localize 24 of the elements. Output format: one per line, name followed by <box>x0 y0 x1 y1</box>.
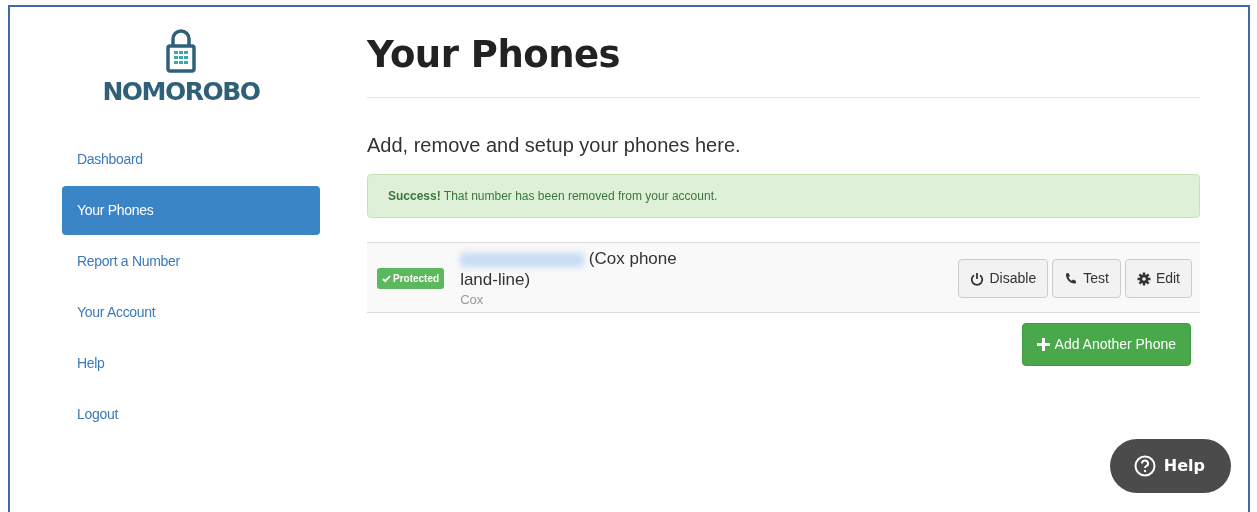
add-phone-button[interactable]: Add Another Phone <box>1021 322 1191 366</box>
plus-icon <box>1036 337 1050 351</box>
gear-icon <box>1136 271 1151 286</box>
help-icon <box>1133 455 1156 477</box>
edit-button[interactable]: Edit <box>1124 259 1192 299</box>
sidebar-link[interactable]: Help <box>62 338 320 388</box>
sidebar-link[interactable]: Report a Number <box>62 236 320 286</box>
sidebar-link[interactable]: Your Account <box>62 287 320 337</box>
sidebar-link[interactable]: Dashboard <box>62 134 320 184</box>
phone-icon <box>1064 271 1079 286</box>
sidebar-link[interactable]: Logout <box>62 389 320 439</box>
test-button[interactable]: Test <box>1052 259 1121 299</box>
power-icon <box>970 271 985 286</box>
logo-text: NOMOROBO <box>102 76 260 108</box>
sidebar-link[interactable]: Your Phones <box>62 185 320 235</box>
phone-description: (Cox phone land-line) <box>460 249 678 291</box>
page-subtitle: Add, remove and setup your phones here. <box>367 133 742 159</box>
success-alert: Success! That number has been removed from your account. <box>367 174 1200 219</box>
help-button[interactable]: Help <box>1109 439 1231 493</box>
disable-button[interactable]: Disable <box>958 259 1049 299</box>
status-badge: Protected <box>377 268 445 290</box>
carrier-name: Cox <box>460 292 485 308</box>
padlock-icon <box>166 29 196 73</box>
page-title: Your Phones <box>367 33 1200 99</box>
